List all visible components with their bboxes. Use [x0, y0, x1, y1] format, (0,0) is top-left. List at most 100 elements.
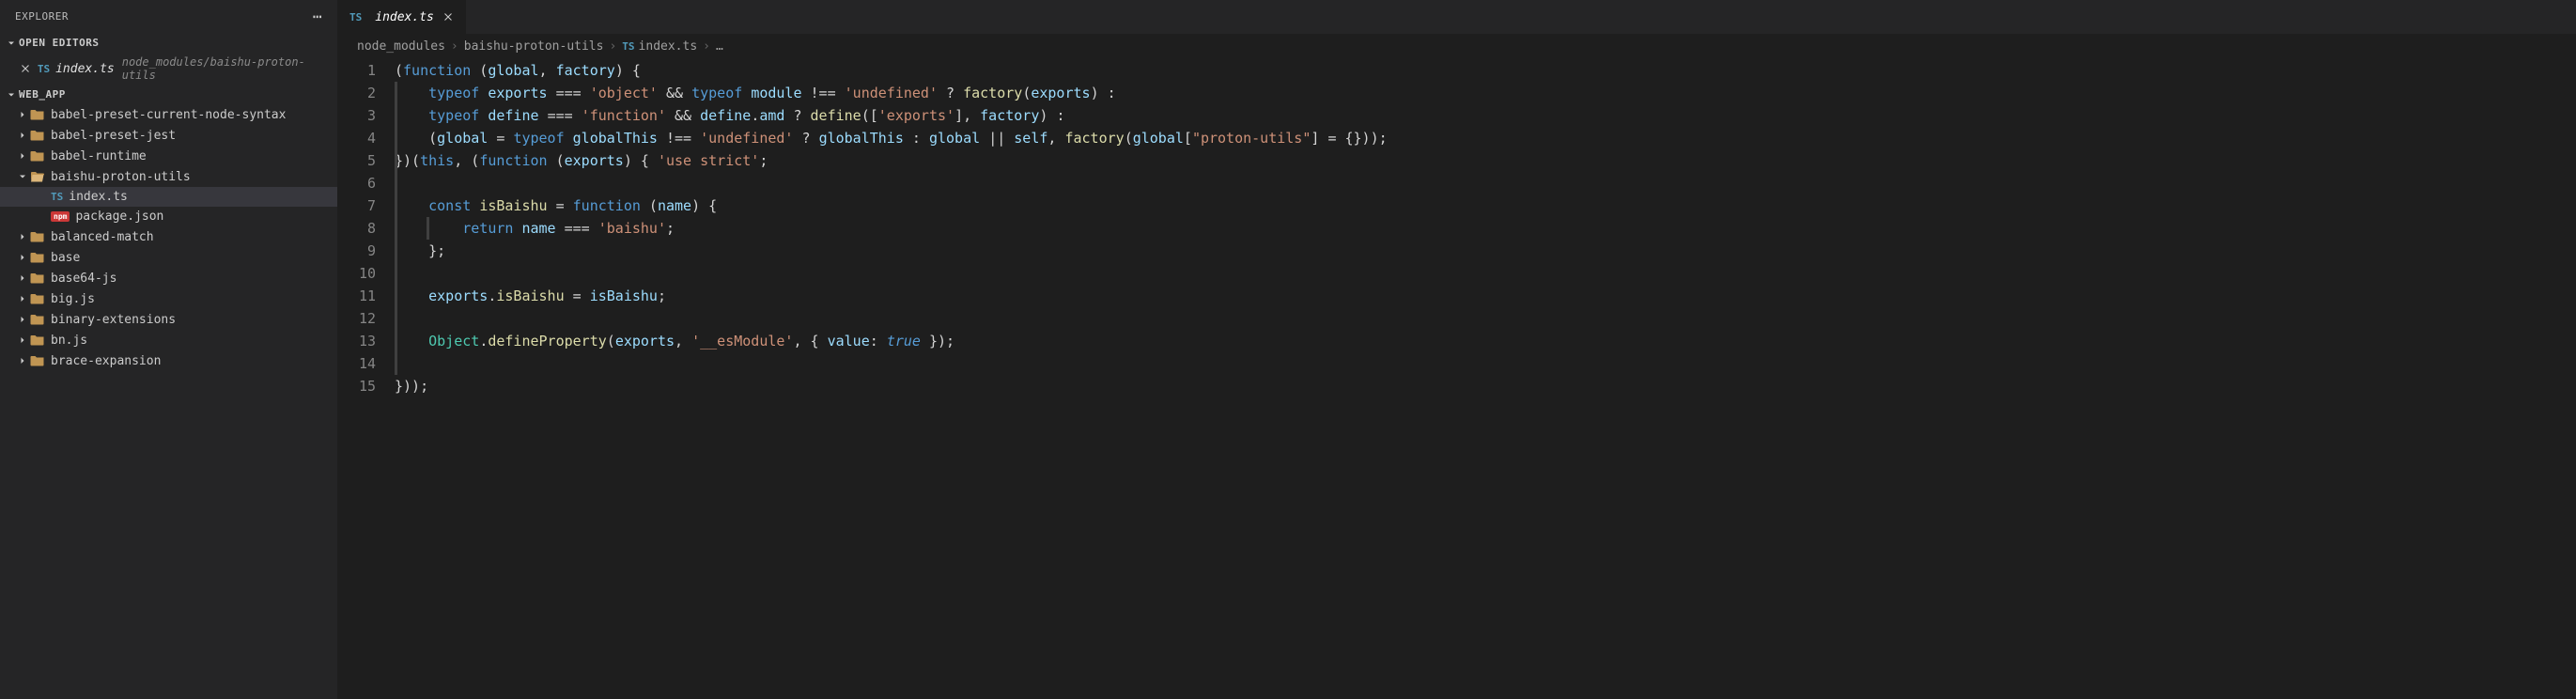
chevron-right-icon[interactable] — [15, 130, 30, 141]
code-line[interactable]: typeof define === 'function' && define.a… — [395, 104, 2576, 127]
chevron-right-icon[interactable] — [15, 293, 30, 304]
line-number: 10 — [338, 262, 376, 285]
tree-item-label: babel-preset-current-node-syntax — [51, 108, 286, 122]
tab-index-ts[interactable]: TS index.ts — [338, 0, 467, 34]
ts-file-icon: TS — [51, 191, 63, 203]
breadcrumb-segment[interactable]: baishu-proton-utils — [464, 39, 604, 54]
folder-item[interactable]: balanced-match — [0, 226, 337, 247]
open-editors-label: OPEN EDITORS — [19, 37, 99, 49]
folder-icon — [30, 107, 45, 122]
line-number: 11 — [338, 285, 376, 307]
chevron-right-icon[interactable] — [15, 150, 30, 162]
folder-item[interactable]: base64-js — [0, 268, 337, 288]
code-editor[interactable]: 123456789101112131415 (function (global,… — [338, 59, 2576, 699]
line-number: 2 — [338, 82, 376, 104]
code-line[interactable]: (global = typeof globalThis !== 'undefin… — [395, 127, 2576, 149]
line-number: 9 — [338, 240, 376, 262]
code-line[interactable]: const isBaishu = function (name) { — [395, 194, 2576, 217]
tree-item-label: babel-preset-jest — [51, 129, 176, 143]
chevron-down-icon[interactable] — [15, 171, 30, 182]
line-number: 7 — [338, 194, 376, 217]
tree-item-label: binary-extensions — [51, 313, 176, 327]
tree-item-label: brace-expansion — [51, 354, 161, 368]
chevron-right-icon[interactable] — [15, 109, 30, 120]
ts-file-icon: TS — [349, 11, 362, 23]
tree-item-label: big.js — [51, 292, 95, 306]
line-number-gutter: 123456789101112131415 — [338, 59, 395, 699]
breadcrumbs[interactable]: node_modules › baishu-proton-utils › TS … — [338, 34, 2576, 59]
line-number: 14 — [338, 352, 376, 375]
folder-icon — [30, 128, 45, 143]
tree-item-label: babel-runtime — [51, 149, 147, 163]
code-line[interactable] — [395, 262, 2576, 285]
code-line[interactable] — [395, 352, 2576, 375]
open-editor-path: node_modules/baishu-proton-utils — [122, 55, 337, 82]
npm-file-icon: npm — [51, 211, 70, 222]
tabs-bar: TS index.ts — [338, 0, 2576, 34]
chevron-right-icon[interactable] — [15, 252, 30, 263]
tree-item-label: balanced-match — [51, 230, 154, 244]
folder-item[interactable]: bn.js — [0, 330, 337, 350]
tree-item-label: base — [51, 251, 80, 265]
folder-item[interactable]: baishu-proton-utils — [0, 166, 337, 187]
breadcrumb-segment[interactable]: … — [716, 39, 723, 54]
breadcrumb-segment[interactable]: index.ts — [639, 39, 698, 54]
tree-item-label: base64-js — [51, 272, 116, 286]
folder-item[interactable]: babel-preset-current-node-syntax — [0, 104, 337, 125]
line-number: 8 — [338, 217, 376, 240]
code-line[interactable]: })(this, (function (exports) { 'use stri… — [395, 149, 2576, 172]
tab-label: index.ts — [375, 10, 434, 24]
open-editors-header[interactable]: OPEN EDITORS — [0, 33, 337, 53]
breadcrumb-segment[interactable]: node_modules — [357, 39, 445, 54]
code-line[interactable] — [395, 172, 2576, 194]
line-number: 15 — [338, 375, 376, 397]
chevron-right-icon[interactable] — [15, 334, 30, 346]
folder-item[interactable]: babel-runtime — [0, 146, 337, 166]
line-number: 1 — [338, 59, 376, 82]
code-line[interactable]: typeof exports === 'object' && typeof mo… — [395, 82, 2576, 104]
code-content[interactable]: (function (global, factory) { typeof exp… — [395, 59, 2576, 699]
folder-item[interactable]: brace-expansion — [0, 350, 337, 371]
chevron-right-icon: › — [451, 39, 458, 54]
code-line[interactable]: return name === 'baishu'; — [395, 217, 2576, 240]
code-line[interactable]: exports.isBaishu = isBaishu; — [395, 285, 2576, 307]
chevron-right-icon[interactable] — [15, 355, 30, 366]
chevron-right-icon[interactable] — [15, 314, 30, 325]
code-line[interactable]: (function (global, factory) { — [395, 59, 2576, 82]
workspace-header[interactable]: WEB_APP — [0, 85, 337, 104]
folder-item[interactable]: babel-preset-jest — [0, 125, 337, 146]
folder-item[interactable]: binary-extensions — [0, 309, 337, 330]
chevron-down-icon — [4, 38, 19, 49]
line-number: 5 — [338, 149, 376, 172]
file-item[interactable]: npm package.json — [0, 207, 337, 226]
folder-icon — [30, 353, 45, 368]
ts-file-icon: TS — [38, 63, 50, 75]
tree-item-label: package.json — [75, 210, 163, 224]
code-line[interactable]: Object.defineProperty(exports, '__esModu… — [395, 330, 2576, 352]
open-editor-item[interactable]: TS index.ts node_modules/baishu-proton-u… — [0, 53, 337, 85]
editor-area: TS index.ts node_modules › baishu-proton… — [338, 0, 2576, 699]
chevron-right-icon[interactable] — [15, 272, 30, 284]
close-icon[interactable] — [19, 62, 34, 75]
code-line[interactable]: }; — [395, 240, 2576, 262]
more-actions-icon[interactable]: ⋯ — [313, 8, 322, 25]
ts-file-icon: TS — [622, 40, 634, 53]
folder-icon — [30, 169, 45, 184]
line-number: 12 — [338, 307, 376, 330]
tree-item-label: index.ts — [69, 190, 128, 204]
line-number: 6 — [338, 172, 376, 194]
file-tree: babel-preset-current-node-syntax babel-pr… — [0, 104, 337, 371]
line-number: 4 — [338, 127, 376, 149]
close-icon[interactable] — [442, 10, 455, 23]
folder-icon — [30, 333, 45, 348]
file-item[interactable]: TS index.ts — [0, 187, 337, 207]
code-line[interactable]: })); — [395, 375, 2576, 397]
chevron-right-icon[interactable] — [15, 231, 30, 242]
folder-item[interactable]: big.js — [0, 288, 337, 309]
folder-icon — [30, 271, 45, 286]
folder-item[interactable]: base — [0, 247, 337, 268]
folder-icon — [30, 312, 45, 327]
folder-icon — [30, 291, 45, 306]
code-line[interactable] — [395, 307, 2576, 330]
folder-icon — [30, 229, 45, 244]
